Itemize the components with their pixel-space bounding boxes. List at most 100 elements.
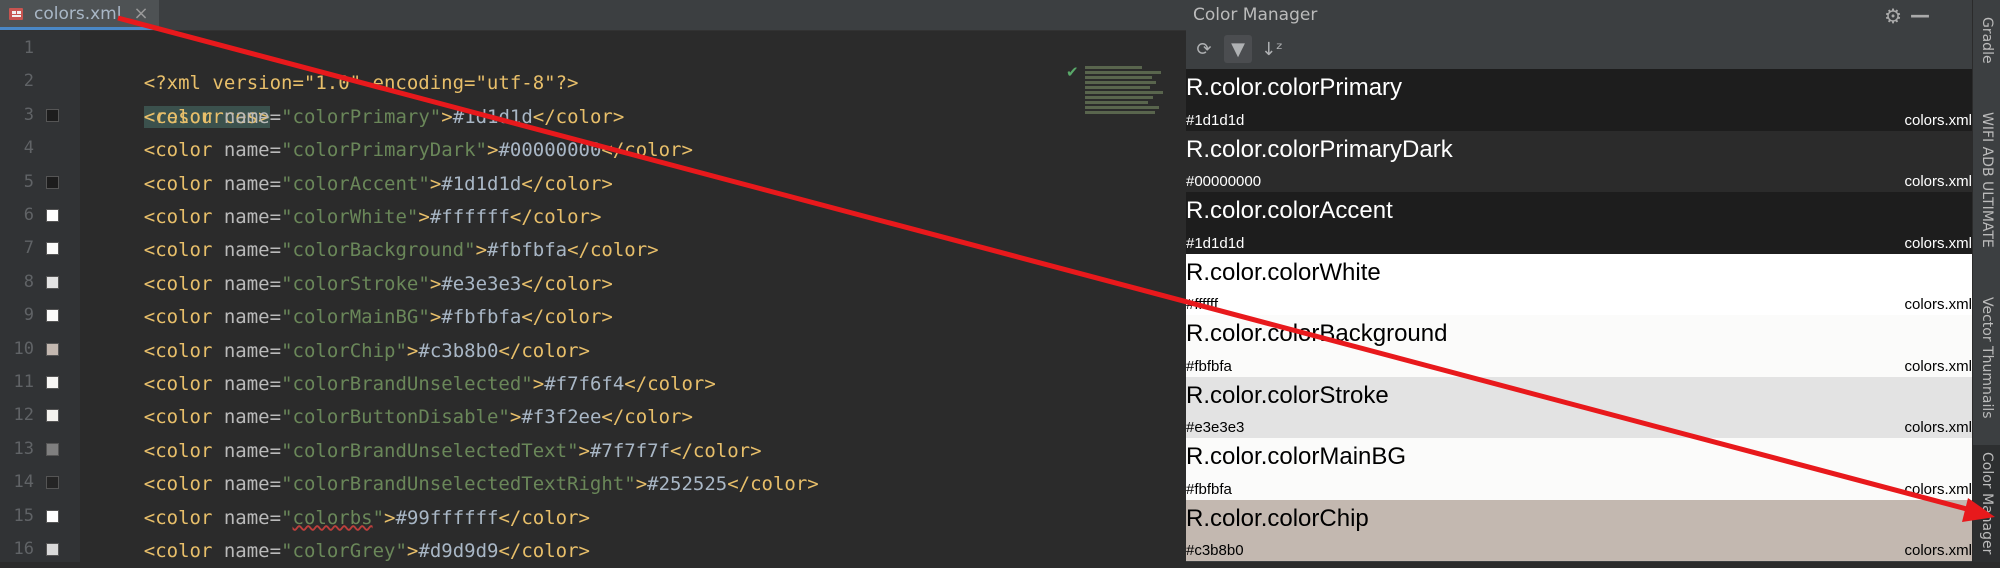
color-hex-value: #fbfbfa: [1186, 480, 1232, 498]
code-line-color: <color name="colorBackground">#fbfbfa</c…: [143, 239, 659, 262]
code-minimap[interactable]: [1085, 64, 1180, 144]
color-hex-value: #1d1d1d: [1186, 111, 1245, 129]
color-source-file: colors.xml: [1904, 296, 1972, 313]
color-swatch-icon[interactable]: [46, 309, 59, 323]
color-list-item[interactable]: R.color.colorPrimary #1d1d1d colors.xml: [1186, 69, 1972, 131]
color-resource-name: R.color.colorAccent: [1186, 197, 1393, 224]
line-number: 2: [23, 71, 34, 92]
color-hex-value: #ffffff: [1186, 296, 1218, 313]
color-swatch-icon[interactable]: [46, 376, 59, 389]
gear-icon[interactable]: ⚙: [1884, 4, 1902, 28]
code-line-color: <color name="colorBrandUnselectedTextRig…: [143, 473, 819, 496]
line-number: 8: [23, 271, 34, 292]
code-line-color: <color name="colorMainBG">#fbfbfa</color…: [143, 306, 613, 329]
code-line-xml-declaration: <?xml version="1.0" encoding="utf-8"?>: [143, 72, 579, 95]
line-number: 4: [23, 138, 34, 159]
sort-icon[interactable]: ↓ᶻ: [1258, 35, 1286, 63]
code-line-color: <color name="colorBrandUnselected">#f7f6…: [143, 373, 716, 395]
tool-window-label: Vector Thumnails: [1979, 296, 1995, 419]
color-list-item[interactable]: R.color.colorChip #c3b8b0 colors.xml: [1186, 499, 1972, 561]
line-number: 5: [23, 171, 34, 192]
color-swatch-icon[interactable]: [46, 342, 59, 356]
line-number: 7: [23, 238, 34, 259]
inspection-ok-icon: ✔: [1066, 63, 1079, 81]
code-line-color: <color name="colorbs">#99ffffff</color>: [143, 506, 590, 529]
code-line-color: <color name="colorStroke">#e3e3e3</color…: [143, 272, 613, 295]
color-resource-name: R.color.colorPrimary: [1186, 74, 1403, 101]
line-number: 13: [13, 438, 34, 459]
color-resource-name: R.color.colorChip: [1186, 504, 1369, 532]
color-hex-value: #e3e3e3: [1186, 419, 1245, 436]
color-swatch-icon[interactable]: [46, 409, 59, 423]
color-list-item[interactable]: R.color.colorWhite #ffffff colors.xml: [1186, 253, 1972, 315]
tool-window-label: Gradle: [1979, 16, 1995, 64]
color-swatch-icon[interactable]: [46, 209, 59, 222]
color-manager-toolbar: ⟳ ▼ ↓ᶻ: [1186, 31, 1972, 67]
color-list-item[interactable]: R.color.colorPrimaryDark #00000000 colors.…: [1186, 130, 1972, 192]
color-manager-header: Color Manager ⚙ —: [1186, 0, 1972, 30]
line-number: 11: [13, 372, 34, 392]
color-source-file: colors.xml: [1904, 480, 1972, 498]
line-number: 16: [13, 539, 34, 559]
color-swatch-icon[interactable]: [46, 442, 59, 456]
tool-window-vector-thumbnails[interactable]: Vector Thumnails: [1973, 280, 2000, 435]
code-line-color: <color name="colorPrimaryDark">#00000000…: [143, 139, 693, 162]
color-manager-panel: Color Manager ⚙ — ⟳ ▼ ↓ᶻ R.color.colorPr…: [1186, 0, 1972, 562]
code-line-color: <color name="colorChip">#c3b8b0</color>: [143, 339, 590, 362]
tool-window-gradle[interactable]: Gradle: [1973, 0, 2000, 80]
editor-tab-bar: colors.xml ×: [0, 0, 1186, 31]
tool-window-label: Color Manager: [1979, 452, 1995, 555]
tool-window-label: WIFI ADB ULTIMATE: [1979, 112, 1995, 248]
color-list-item[interactable]: R.color.colorMainBG #fbfbfa colors.xml: [1186, 438, 1972, 500]
refresh-icon[interactable]: ⟳: [1190, 35, 1218, 63]
code-line-color: <color name="colorWhite">#ffffff</color>: [143, 206, 602, 228]
color-resource-name: R.color.colorPrimaryDark: [1186, 135, 1453, 163]
color-list: R.color.colorPrimary #1d1d1d colors.xml R.c…: [1186, 69, 1972, 562]
right-tool-strip: Gradle WIFI ADB ULTIMATE Vector Thumnails C…: [1972, 0, 2000, 562]
tool-window-color-manager[interactable]: Color Manager: [1973, 445, 2000, 562]
code-line-resources: <resources>: [143, 105, 270, 128]
color-resource-name: R.color.colorStroke: [1186, 381, 1389, 409]
color-source-file: colors.xml: [1904, 357, 1972, 375]
tool-window-wifi-adb[interactable]: WIFI ADB ULTIMATE: [1973, 95, 2000, 265]
color-swatch-icon[interactable]: [46, 242, 59, 256]
tab-label: colors.xml: [34, 3, 122, 24]
color-resource-name: R.color.colorBackground: [1186, 320, 1448, 347]
line-number: 6: [23, 205, 34, 225]
minimize-icon[interactable]: —: [1910, 3, 1930, 27]
code-line-color: <color name="colorButtonDisable">#f3f2ee…: [143, 406, 693, 429]
color-swatch-icon[interactable]: [46, 275, 59, 289]
color-source-file: colors.xml: [1904, 111, 1972, 129]
line-number: 15: [13, 505, 34, 526]
code-line-color: <color name="colorBrandUnselectedText">#…: [143, 439, 762, 462]
line-number: 9: [23, 305, 34, 326]
color-list-item[interactable]: R.color.colorBackground #fbfbfa colors.xml: [1186, 315, 1972, 377]
line-number: 3: [23, 104, 34, 125]
color-list-item[interactable]: R.color.colorAccent #1d1d1d colors.xml: [1186, 192, 1972, 254]
code-editor[interactable]: <?xml version="1.0" encoding="utf-8"?> <…: [80, 31, 1186, 562]
xml-file-icon: [9, 7, 23, 20]
line-number: 12: [13, 405, 34, 426]
color-hex-value: #fbfbfa: [1186, 357, 1232, 375]
line-number: 14: [13, 472, 34, 493]
color-swatch-icon[interactable]: [46, 108, 59, 122]
line-number: 10: [13, 338, 34, 359]
color-hex-value: #c3b8b0: [1186, 542, 1244, 559]
color-swatch-icon[interactable]: [46, 175, 59, 189]
tab-colors-xml[interactable]: colors.xml ×: [0, 0, 159, 30]
panel-title: Color Manager: [1193, 5, 1318, 25]
code-line-color: <color name="colorAccent">#1d1d1d</color…: [143, 172, 613, 195]
close-tab-icon[interactable]: ×: [133, 4, 148, 23]
color-list-item[interactable]: R.color.colorStroke #e3e3e3 colors.xml: [1186, 376, 1972, 438]
code-line-color: <color name="colorPrimary">#1d1d1d</colo…: [143, 105, 625, 128]
color-swatch-icon[interactable]: [46, 543, 59, 556]
color-resource-name: R.color.colorMainBG: [1186, 443, 1407, 470]
color-source-file: colors.xml: [1904, 542, 1972, 559]
line-number: 1: [23, 38, 34, 58]
code-line-color: <color name="colorGrey">#d9d9d9</color>: [143, 540, 590, 562]
color-hex-value: #1d1d1d: [1186, 234, 1245, 252]
color-swatch-icon[interactable]: [46, 476, 59, 490]
color-swatch-icon[interactable]: [46, 509, 59, 523]
filter-icon[interactable]: ▼: [1224, 35, 1252, 63]
editor-gutter: 1 2 3 4 5 6 7 8 9 10 11 12 13 14 15 16: [0, 31, 80, 562]
